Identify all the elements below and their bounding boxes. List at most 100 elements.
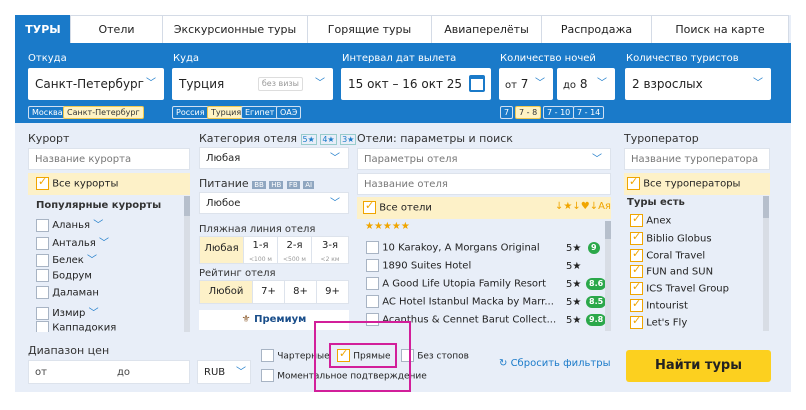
checkbox[interactable] xyxy=(261,349,274,362)
find-tours-button[interactable]: Найти туры xyxy=(626,350,771,382)
resort-item[interactable]: Каппадокия xyxy=(36,321,116,332)
resort-item[interactable]: Бодрум xyxy=(36,269,92,282)
checkbox-checked[interactable] xyxy=(630,263,643,278)
category-badge[interactable]: 5★ xyxy=(300,134,317,145)
hotel-params-select[interactable]: Параметры отеля ﹀ xyxy=(357,148,611,170)
from-chip-moscow[interactable]: Москва xyxy=(28,106,67,119)
resort-item[interactable]: Измир ﹀ xyxy=(36,304,99,320)
tab-hotels[interactable]: Отели xyxy=(70,15,163,43)
resort-scrollbar[interactable] xyxy=(184,196,190,332)
tab-excursion-tours[interactable]: Экскурсионные туры xyxy=(162,15,308,43)
nights-chip-7[interactable]: 7 xyxy=(500,106,514,119)
beach-second[interactable]: 2-я <500 м xyxy=(277,236,312,264)
checkbox[interactable] xyxy=(36,236,49,250)
checkbox-checked[interactable] xyxy=(630,297,643,312)
resort-scrollbar-thumb[interactable] xyxy=(184,196,190,216)
rating-7plus[interactable]: 7+ xyxy=(252,280,285,304)
chevron-down-icon[interactable]: ﹀ xyxy=(89,308,99,319)
from-chip-spb[interactable]: Санкт-Петербург xyxy=(63,106,144,119)
resort-search-input[interactable]: Название курорта xyxy=(28,148,190,170)
to-chip-russia[interactable]: Россия xyxy=(172,106,209,119)
price-range-input[interactable]: от до xyxy=(28,360,190,384)
food-badge[interactable]: HB xyxy=(269,181,284,189)
dates-field[interactable]: 15 окт – 16 окт 25 xyxy=(341,68,491,100)
beach-first[interactable]: 1-я <100 м xyxy=(243,236,278,264)
operator-search-input[interactable]: Название туроператора xyxy=(624,148,770,170)
checkbox-checked[interactable] xyxy=(630,280,643,295)
hotel-row[interactable]: 1890 Suites Hotel xyxy=(366,259,471,272)
operator-item[interactable]: FUN and SUN xyxy=(630,263,713,278)
stars-filter-icon[interactable]: ★★★★★ xyxy=(365,221,410,232)
chevron-down-icon[interactable]: ﹀ xyxy=(99,238,109,249)
beach-third[interactable]: 3-я <2 км xyxy=(311,236,349,264)
reset-filters-link[interactable]: ↻ Сбросить фильтры xyxy=(499,358,611,369)
tab-sale[interactable]: Распродажа xyxy=(541,15,652,43)
chevron-down-icon[interactable]: ﹀ xyxy=(87,255,97,266)
checkbox[interactable] xyxy=(36,218,49,232)
checkbox-checked[interactable] xyxy=(630,247,643,262)
rating-8plus[interactable]: 8+ xyxy=(284,280,317,304)
nights-from-select[interactable]: от 7 ﹀ xyxy=(499,68,553,100)
hotels-scrollbar-thumb[interactable] xyxy=(605,221,611,239)
operator-item[interactable]: Let's Fly xyxy=(630,314,687,329)
checkbox-checked[interactable] xyxy=(363,199,376,214)
from-select[interactable]: Санкт-Петербург ﹀ xyxy=(28,68,164,100)
operator-item[interactable]: ICS Travel Group xyxy=(630,280,729,295)
checkbox[interactable] xyxy=(36,286,49,299)
category-badge[interactable]: 3★ xyxy=(340,134,357,145)
food-badge[interactable]: BB xyxy=(252,181,266,189)
checkbox-checked[interactable] xyxy=(627,175,640,190)
currency-select[interactable]: RUB ﹀ xyxy=(197,360,251,384)
tab-flights[interactable]: Авиаперелёты xyxy=(431,15,542,43)
all-hotels-checkbox-row[interactable]: Все отели xyxy=(363,199,432,214)
calendar-icon[interactable] xyxy=(469,75,485,92)
rating-any[interactable]: Любой xyxy=(199,280,253,304)
to-chip-turkey[interactable]: Турция xyxy=(207,106,246,119)
sort-icons[interactable]: ↓★↓♥↓Ая xyxy=(555,201,611,212)
checkbox[interactable] xyxy=(261,369,274,382)
checkbox[interactable] xyxy=(366,259,379,272)
nights-chip-7-10[interactable]: 7 - 10 xyxy=(543,106,575,119)
category-select[interactable]: Любая ﹀ xyxy=(199,147,349,169)
rating-9plus[interactable]: 9+ xyxy=(316,280,349,304)
checkbox[interactable] xyxy=(36,253,49,267)
checkbox[interactable] xyxy=(366,241,379,254)
hotel-row[interactable]: A Good Life Utopia Family Resort xyxy=(366,277,546,290)
checkbox[interactable] xyxy=(36,306,49,320)
nights-to-select[interactable]: до 8 ﹀ xyxy=(557,68,615,100)
hotel-name-input[interactable]: Название отеля xyxy=(357,173,611,195)
resort-item[interactable]: Даламан xyxy=(36,286,99,299)
nostop-checkbox-row[interactable]: Без стопов xyxy=(401,349,469,362)
resort-item[interactable]: Аланья ﹀ xyxy=(36,216,103,232)
food-select[interactable]: Любое ﹀ xyxy=(199,192,349,214)
checkbox-checked[interactable] xyxy=(36,175,49,190)
checkbox[interactable] xyxy=(36,269,49,282)
tab-map-search[interactable]: Поиск на карте xyxy=(651,15,789,43)
beach-any[interactable]: Любая xyxy=(199,236,244,264)
tab-tours[interactable]: ТУРЫ xyxy=(15,15,71,43)
all-resorts-checkbox-row[interactable]: Все курорты xyxy=(36,175,118,190)
nights-chip-7-14[interactable]: 7 - 14 xyxy=(573,106,605,119)
to-chip-egypt[interactable]: Египет xyxy=(241,106,279,119)
hotel-row[interactable]: AC Hotel Istanbul Macka by Marr... xyxy=(366,295,554,308)
resort-item[interactable]: Анталья ﹀ xyxy=(36,234,109,250)
checkbox[interactable] xyxy=(366,295,379,308)
tab-hot-tours[interactable]: Горящие туры xyxy=(307,15,432,43)
food-badge[interactable]: AI xyxy=(303,181,315,189)
operator-item[interactable]: Coral Travel xyxy=(630,247,705,262)
checkbox-checked[interactable] xyxy=(630,230,643,245)
tourists-select[interactable]: 2 взрослых ﹀ xyxy=(625,68,771,100)
operators-scrollbar-thumb[interactable] xyxy=(763,196,769,218)
to-chip-uae[interactable]: ОАЭ xyxy=(276,106,302,119)
operator-item[interactable]: Biblio Globus xyxy=(630,230,712,245)
operator-item[interactable]: Anex xyxy=(630,212,671,227)
checkbox[interactable] xyxy=(366,277,379,290)
chevron-down-icon[interactable]: ﹀ xyxy=(93,220,103,231)
all-operators-checkbox-row[interactable]: Все туроператоры xyxy=(627,175,740,190)
to-select[interactable]: Турция без визы ﹀ xyxy=(172,68,333,100)
checkbox-checked[interactable] xyxy=(630,314,643,329)
category-badge[interactable]: 4★ xyxy=(320,134,337,145)
operator-item[interactable]: Intourist xyxy=(630,297,688,312)
checkbox-checked[interactable] xyxy=(630,212,643,227)
resort-item[interactable]: Белек ﹀ xyxy=(36,251,97,267)
